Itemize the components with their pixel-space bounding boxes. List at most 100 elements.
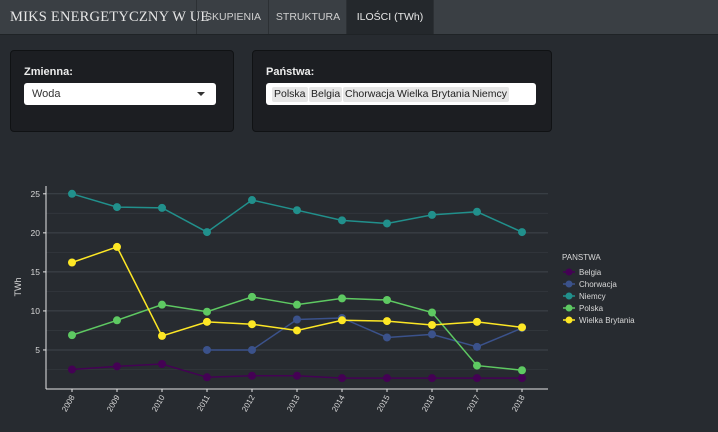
- legend-label: Belgia: [579, 268, 602, 277]
- variable-select[interactable]: Woda: [24, 83, 216, 105]
- x-tick-label: 2009: [105, 393, 122, 413]
- y-tick-label: 15: [31, 267, 41, 277]
- country-chip-belgia[interactable]: Belgia: [309, 87, 343, 102]
- countries-panel: Państwa: Polska Belgia Chorwacja Wielka …: [252, 50, 552, 132]
- data-point: [203, 373, 211, 382]
- data-point: [338, 294, 346, 303]
- tab-ilosci[interactable]: ILOŚCI (TWh): [346, 0, 434, 34]
- legend-key-point: [565, 304, 573, 312]
- data-point: [473, 207, 481, 216]
- data-point: [383, 295, 391, 304]
- data-point: [203, 228, 211, 237]
- data-point: [428, 374, 436, 383]
- country-chip-wielka-brytania[interactable]: Wielka Brytania: [395, 87, 472, 102]
- line-chart: 510152025 2008 2009 2010 2011 2012 2013 2014 20…: [13, 186, 635, 413]
- x-tick-label: 2017: [465, 393, 482, 413]
- data-point: [518, 228, 526, 237]
- legend-key-point: [565, 292, 573, 300]
- x-tick-label: 2013: [285, 393, 302, 413]
- data-point: [473, 374, 481, 383]
- data-point: [203, 317, 211, 326]
- data-point: [473, 317, 481, 326]
- app-title: MIKS ENERGETYCZNY W UE: [10, 9, 210, 25]
- x-axis-ticks: 2008 2009 2010 2011 2012 2013 2014 2015 2016 2017…: [60, 389, 527, 413]
- legend-title: PANSTWA: [562, 253, 601, 262]
- countries-multiselect[interactable]: Polska Belgia Chorwacja Wielka Brytania …: [266, 83, 536, 105]
- country-chip-chorwacja[interactable]: Chorwacja: [343, 87, 397, 102]
- data-point: [158, 300, 166, 309]
- data-point: [68, 365, 76, 374]
- x-tick-label: 2014: [330, 393, 347, 413]
- legend-label: Wielka Brytania: [579, 316, 635, 325]
- variable-select-value: Woda: [32, 88, 61, 100]
- tab-skupienia[interactable]: SKUPIENIA: [196, 0, 269, 34]
- countries-label: Państwa:: [266, 66, 315, 78]
- x-tick-label: 2010: [150, 393, 167, 413]
- data-point: [158, 203, 166, 212]
- variable-label: Zmienna:: [24, 66, 73, 78]
- country-chip-polska[interactable]: Polska: [272, 87, 308, 102]
- data-point: [383, 219, 391, 228]
- data-point: [338, 316, 346, 325]
- y-tick-label: 10: [31, 306, 41, 316]
- data-point: [113, 203, 121, 212]
- x-tick-label: 2015: [375, 393, 392, 413]
- data-point: [293, 206, 301, 215]
- data-point: [473, 342, 481, 351]
- data-point: [68, 258, 76, 267]
- x-tick-label: 2012: [240, 393, 257, 413]
- data-point: [158, 360, 166, 369]
- legend: PANSTWA Belgia Chorwacja Niemcy Polska Wielk…: [562, 253, 635, 325]
- data-point: [293, 326, 301, 335]
- data-point: [428, 210, 436, 219]
- tab-struktura[interactable]: STRUKTURA: [268, 0, 347, 34]
- data-point: [518, 323, 526, 332]
- x-tick-label: 2011: [195, 393, 212, 413]
- data-point: [428, 330, 436, 339]
- data-point: [113, 362, 121, 371]
- legend-key-point: [565, 268, 573, 276]
- data-point: [158, 331, 166, 340]
- data-point: [293, 315, 301, 324]
- data-point: [113, 316, 121, 325]
- data-point: [518, 374, 526, 383]
- x-tick-label: 2018: [510, 393, 527, 413]
- data-point: [428, 320, 436, 329]
- data-point: [383, 333, 391, 342]
- data-point: [203, 307, 211, 316]
- data-point: [338, 216, 346, 225]
- data-point: [203, 345, 211, 354]
- data-point: [383, 317, 391, 326]
- legend-key-point: [565, 316, 573, 324]
- legend-key-point: [565, 280, 573, 288]
- x-tick-label: 2016: [420, 393, 437, 413]
- variable-panel: Zmienna: Woda: [10, 50, 234, 132]
- y-tick-label: 20: [31, 228, 41, 238]
- country-chip-niemcy[interactable]: Niemcy: [470, 87, 510, 102]
- data-point: [383, 374, 391, 383]
- legend-label: Chorwacja: [579, 280, 617, 289]
- y-tick-label: 25: [31, 189, 41, 199]
- navbar: MIKS ENERGETYCZNY W UE SKUPIENIA STRUKTU…: [0, 0, 718, 35]
- data-point: [293, 371, 301, 380]
- data-point: [113, 242, 121, 251]
- chart-series: [68, 189, 526, 383]
- caret-down-icon: [197, 92, 205, 96]
- data-point: [428, 308, 436, 317]
- data-point: [248, 320, 256, 329]
- data-point: [68, 189, 76, 198]
- data-point: [68, 331, 76, 340]
- y-tick-label: 5: [35, 345, 40, 355]
- data-point: [248, 292, 256, 301]
- data-point: [338, 374, 346, 383]
- data-point: [248, 371, 256, 380]
- data-point: [473, 361, 481, 370]
- x-tick-label: 2008: [60, 393, 77, 413]
- data-point: [248, 345, 256, 354]
- data-point: [293, 300, 301, 309]
- y-axis-ticks: 5 10 15 20 25: [31, 189, 46, 355]
- legend-label: Niemcy: [579, 292, 606, 301]
- legend-label: Polska: [579, 304, 604, 313]
- y-axis-label: TWh: [13, 278, 23, 297]
- data-point: [248, 196, 256, 205]
